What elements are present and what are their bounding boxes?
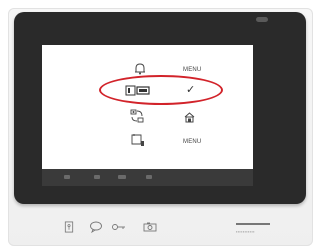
menu-label-row1[interactable]: MENU (183, 67, 201, 73)
brand-line (236, 223, 270, 225)
key-icon[interactable] (111, 221, 127, 233)
menu-screen (42, 45, 253, 169)
status-glyph-4 (146, 175, 152, 179)
status-glyph-3 (118, 175, 126, 179)
speech-bubble-icon[interactable] (89, 221, 103, 233)
highlight-ellipse (99, 75, 223, 105)
bezel-logo (256, 17, 268, 22)
bell-icon[interactable] (134, 62, 146, 75)
camera-switch-icon[interactable] (130, 109, 144, 123)
home-icon[interactable] (184, 112, 195, 123)
menu-label-row4[interactable]: MENU (183, 139, 201, 145)
status-glyph-2 (94, 175, 100, 179)
monitor-settings-icon[interactable] (131, 133, 145, 147)
status-glyph-1 (64, 175, 70, 179)
door-key-icon[interactable] (64, 221, 74, 233)
screen-status-bar (42, 169, 253, 186)
brand-logo: ▪▪▪▪▪▪▪▪▪▪▪ (236, 229, 255, 234)
camera-icon[interactable] (143, 221, 157, 233)
